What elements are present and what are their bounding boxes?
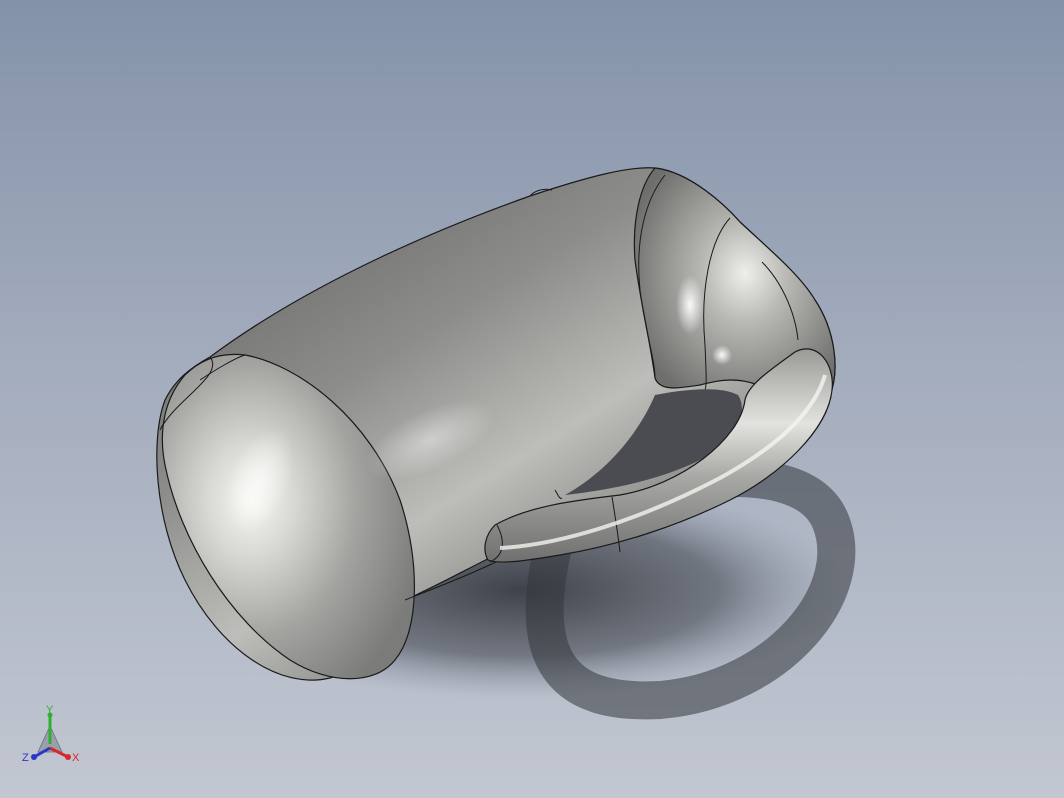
orientation-triad[interactable]: Y X Z — [14, 704, 94, 784]
z-axis-label: Z — [22, 752, 29, 764]
x-axis-label: X — [72, 752, 80, 764]
z-axis-icon[interactable]: Z — [22, 746, 51, 764]
y-axis-label: Y — [46, 704, 54, 716]
x-axis-icon[interactable]: X — [49, 746, 80, 764]
graphics-viewport[interactable]: Y X Z — [0, 0, 1064, 798]
mug-model[interactable] — [0, 0, 1064, 798]
